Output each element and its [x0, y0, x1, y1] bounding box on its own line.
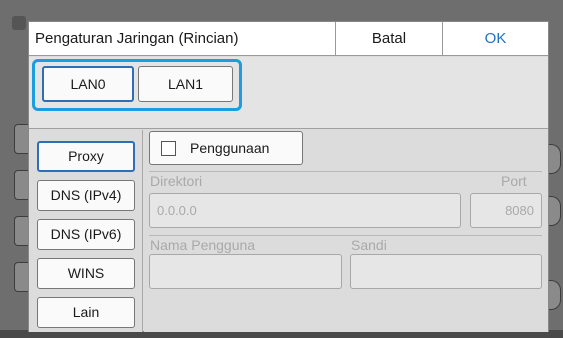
tab-lan0[interactable]: LAN0	[42, 66, 134, 102]
side-menu: Proxy DNS (IPv4) DNS (IPv6) WINS Lain	[29, 130, 143, 332]
username-field[interactable]	[149, 254, 342, 289]
side-item-other[interactable]: Lain	[37, 297, 135, 328]
side-item-dns-ipv6[interactable]: DNS (IPv6)	[37, 219, 135, 250]
background-left-tabs	[0, 110, 30, 310]
menu-icon	[12, 16, 26, 30]
side-item-dns-ipv4[interactable]: DNS (IPv4)	[37, 180, 135, 211]
network-settings-dialog: Pengaturan Jaringan (Rincian) Batal OK L…	[28, 21, 549, 332]
cancel-button[interactable]: Batal	[335, 22, 442, 56]
divider	[149, 171, 542, 172]
use-proxy-label: Penggunaan	[190, 140, 270, 156]
dialog-titlebar: Pengaturan Jaringan (Rincian) Batal OK	[29, 22, 548, 56]
username-label: Nama Pengguna	[150, 237, 256, 253]
divider	[149, 235, 542, 236]
use-proxy-toggle[interactable]: Penggunaan	[149, 131, 303, 165]
side-item-proxy[interactable]: Proxy	[37, 141, 135, 172]
proxy-settings-panel: Penggunaan Direktori Port 0.0.0.0 8080 N…	[144, 130, 548, 332]
lan-tab-row: LAN0 LAN1	[29, 57, 548, 129]
ok-button[interactable]: OK	[442, 22, 548, 56]
tab-lan1[interactable]: LAN1	[138, 66, 233, 102]
port-field[interactable]: 8080	[470, 193, 542, 228]
dialog-title: Pengaturan Jaringan (Rincian)	[35, 30, 239, 47]
password-label: Sandi	[351, 237, 387, 253]
directory-label: Direktori	[150, 173, 203, 189]
directory-field[interactable]: 0.0.0.0	[149, 193, 461, 228]
port-label: Port	[501, 173, 527, 189]
checkbox-icon[interactable]	[161, 141, 176, 156]
side-item-wins[interactable]: WINS	[37, 258, 135, 289]
password-field[interactable]	[350, 254, 542, 289]
